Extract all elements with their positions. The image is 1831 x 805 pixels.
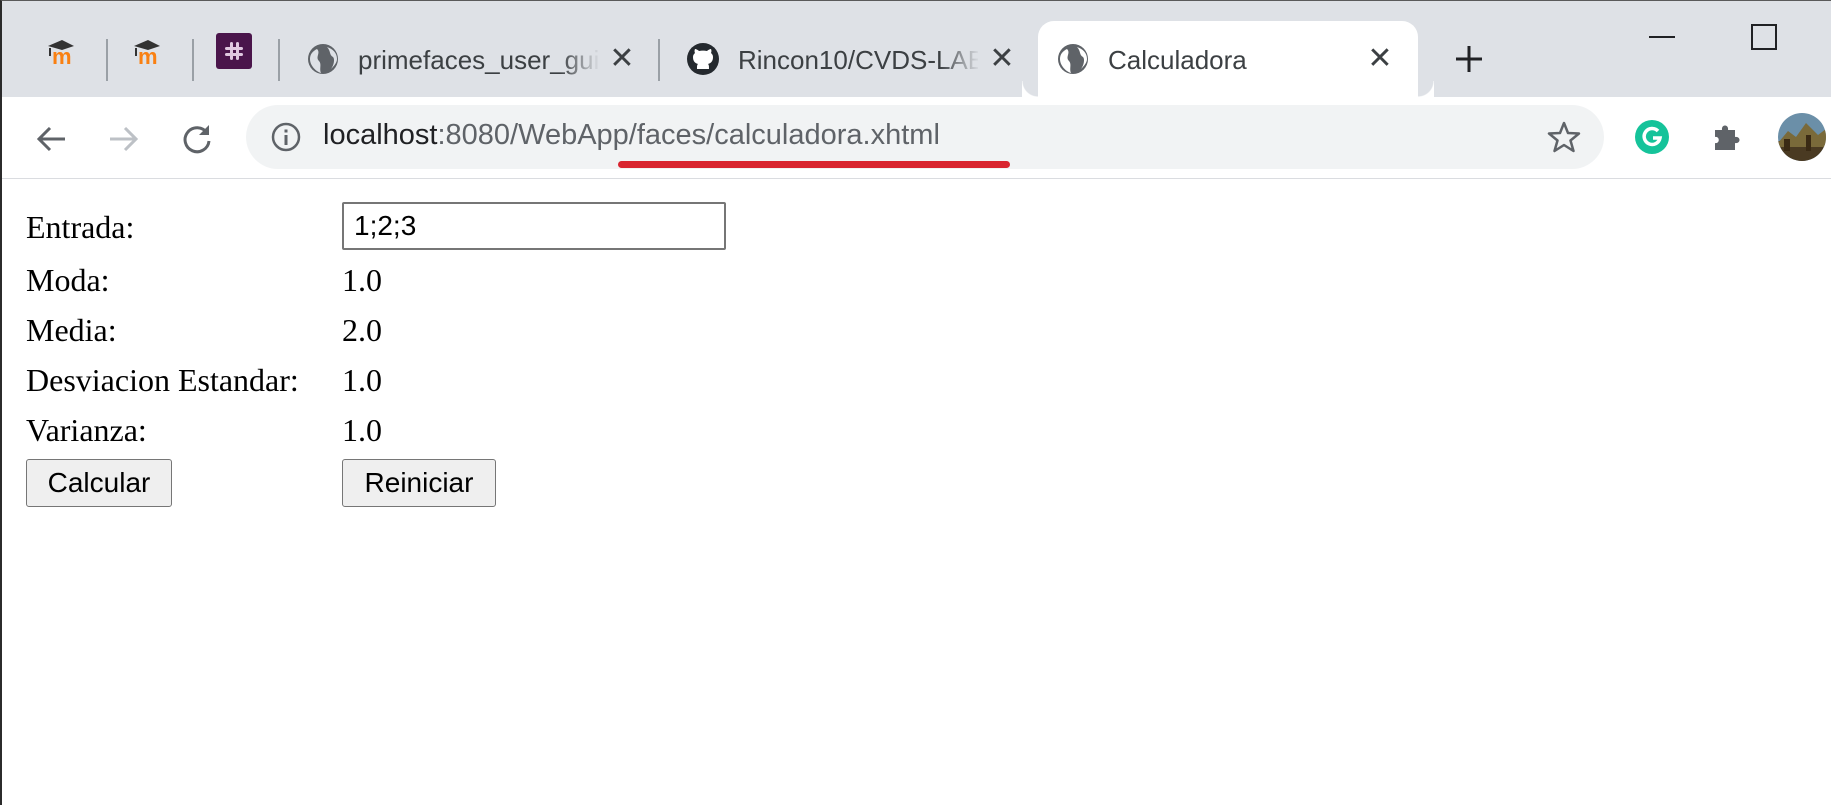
forward-button[interactable] xyxy=(102,117,146,161)
url-host: localhost xyxy=(323,119,438,151)
reload-icon xyxy=(183,125,211,154)
pinned-tab-slack[interactable] xyxy=(214,31,254,71)
svg-text:m: m xyxy=(52,44,72,66)
calculator-form: Entrada: Moda: 1.0 Media: 2.0 Desviacion… xyxy=(26,200,1806,800)
new-tab-button[interactable] xyxy=(1449,39,1489,79)
reiniciar-button[interactable]: Reiniciar xyxy=(342,459,496,507)
pinned-tab-moodle-2[interactable]: m xyxy=(128,31,168,71)
close-tab-icon[interactable]: ✕ xyxy=(1364,43,1396,75)
tab-strip: m m primefaces_user_gui ✕ Rincon10/CVDS-… xyxy=(2,1,1831,97)
maximize-icon xyxy=(1751,24,1777,50)
profile-avatar[interactable] xyxy=(1778,113,1826,161)
grammarly-icon xyxy=(1635,120,1669,154)
tab-separator xyxy=(658,39,660,81)
entrada-input[interactable] xyxy=(342,202,726,250)
varianza-value: 1.0 xyxy=(342,411,382,448)
tab-primefaces[interactable]: primefaces_user_gui ✕ xyxy=(288,21,652,97)
desviacion-value: 1.0 xyxy=(342,361,382,398)
github-icon xyxy=(686,42,720,76)
slack-icon xyxy=(216,33,252,69)
media-value: 2.0 xyxy=(342,311,382,348)
tab-calculadora-active[interactable]: Calculadora ✕ xyxy=(1038,21,1434,97)
url-text: localhost:8080/WebApp/faces/calculadora.… xyxy=(323,119,940,152)
back-button[interactable] xyxy=(29,117,73,161)
moodle-icon: m xyxy=(48,40,74,66)
media-label: Media: xyxy=(26,311,117,348)
varianza-label: Varianza: xyxy=(26,411,147,448)
tab-title-fade xyxy=(940,39,980,79)
entrada-label: Entrada: xyxy=(26,208,135,245)
tab-separator xyxy=(192,39,194,81)
svg-text:m: m xyxy=(138,44,158,66)
grammarly-extension[interactable] xyxy=(1630,115,1674,159)
tab-title-fade xyxy=(560,39,600,79)
tab-separator xyxy=(106,39,108,81)
tab-title: Calculadora xyxy=(1108,45,1247,75)
close-tab-icon[interactable]: ✕ xyxy=(986,43,1018,75)
minimize-icon xyxy=(1649,36,1675,38)
url-underline-annotation xyxy=(618,161,1010,168)
calcular-button[interactable]: Calcular xyxy=(26,459,172,507)
minimize-button[interactable] xyxy=(1632,17,1692,57)
back-arrow-icon xyxy=(36,126,65,152)
address-bar[interactable]: localhost:8080/WebApp/faces/calculadora.… xyxy=(246,105,1604,169)
pinned-tab-moodle-1[interactable]: m xyxy=(42,31,82,71)
tab-separator xyxy=(278,39,280,81)
forward-arrow-icon xyxy=(110,126,139,152)
globe-icon xyxy=(1056,42,1090,76)
moodle-icon: m xyxy=(134,40,160,66)
plus-icon xyxy=(1456,46,1482,72)
close-tab-icon[interactable]: ✕ xyxy=(606,43,638,75)
globe-icon xyxy=(306,42,340,76)
tab-github[interactable]: Rincon10/CVDS-LAB ✕ xyxy=(668,21,1032,97)
moda-value: 1.0 xyxy=(342,261,382,298)
profile-avatar-image xyxy=(1778,113,1826,161)
reload-button[interactable] xyxy=(175,117,219,161)
desviacion-label: Desviacion Estandar: xyxy=(26,361,299,398)
maximize-button[interactable] xyxy=(1734,17,1794,57)
bookmark-star-icon[interactable] xyxy=(1546,119,1582,155)
url-path: :8080/WebApp/faces/calculadora.xhtml xyxy=(437,119,940,151)
extensions-button[interactable] xyxy=(1704,115,1748,159)
puzzle-icon xyxy=(1715,125,1740,150)
info-icon[interactable] xyxy=(270,121,302,153)
moda-label: Moda: xyxy=(26,261,110,298)
